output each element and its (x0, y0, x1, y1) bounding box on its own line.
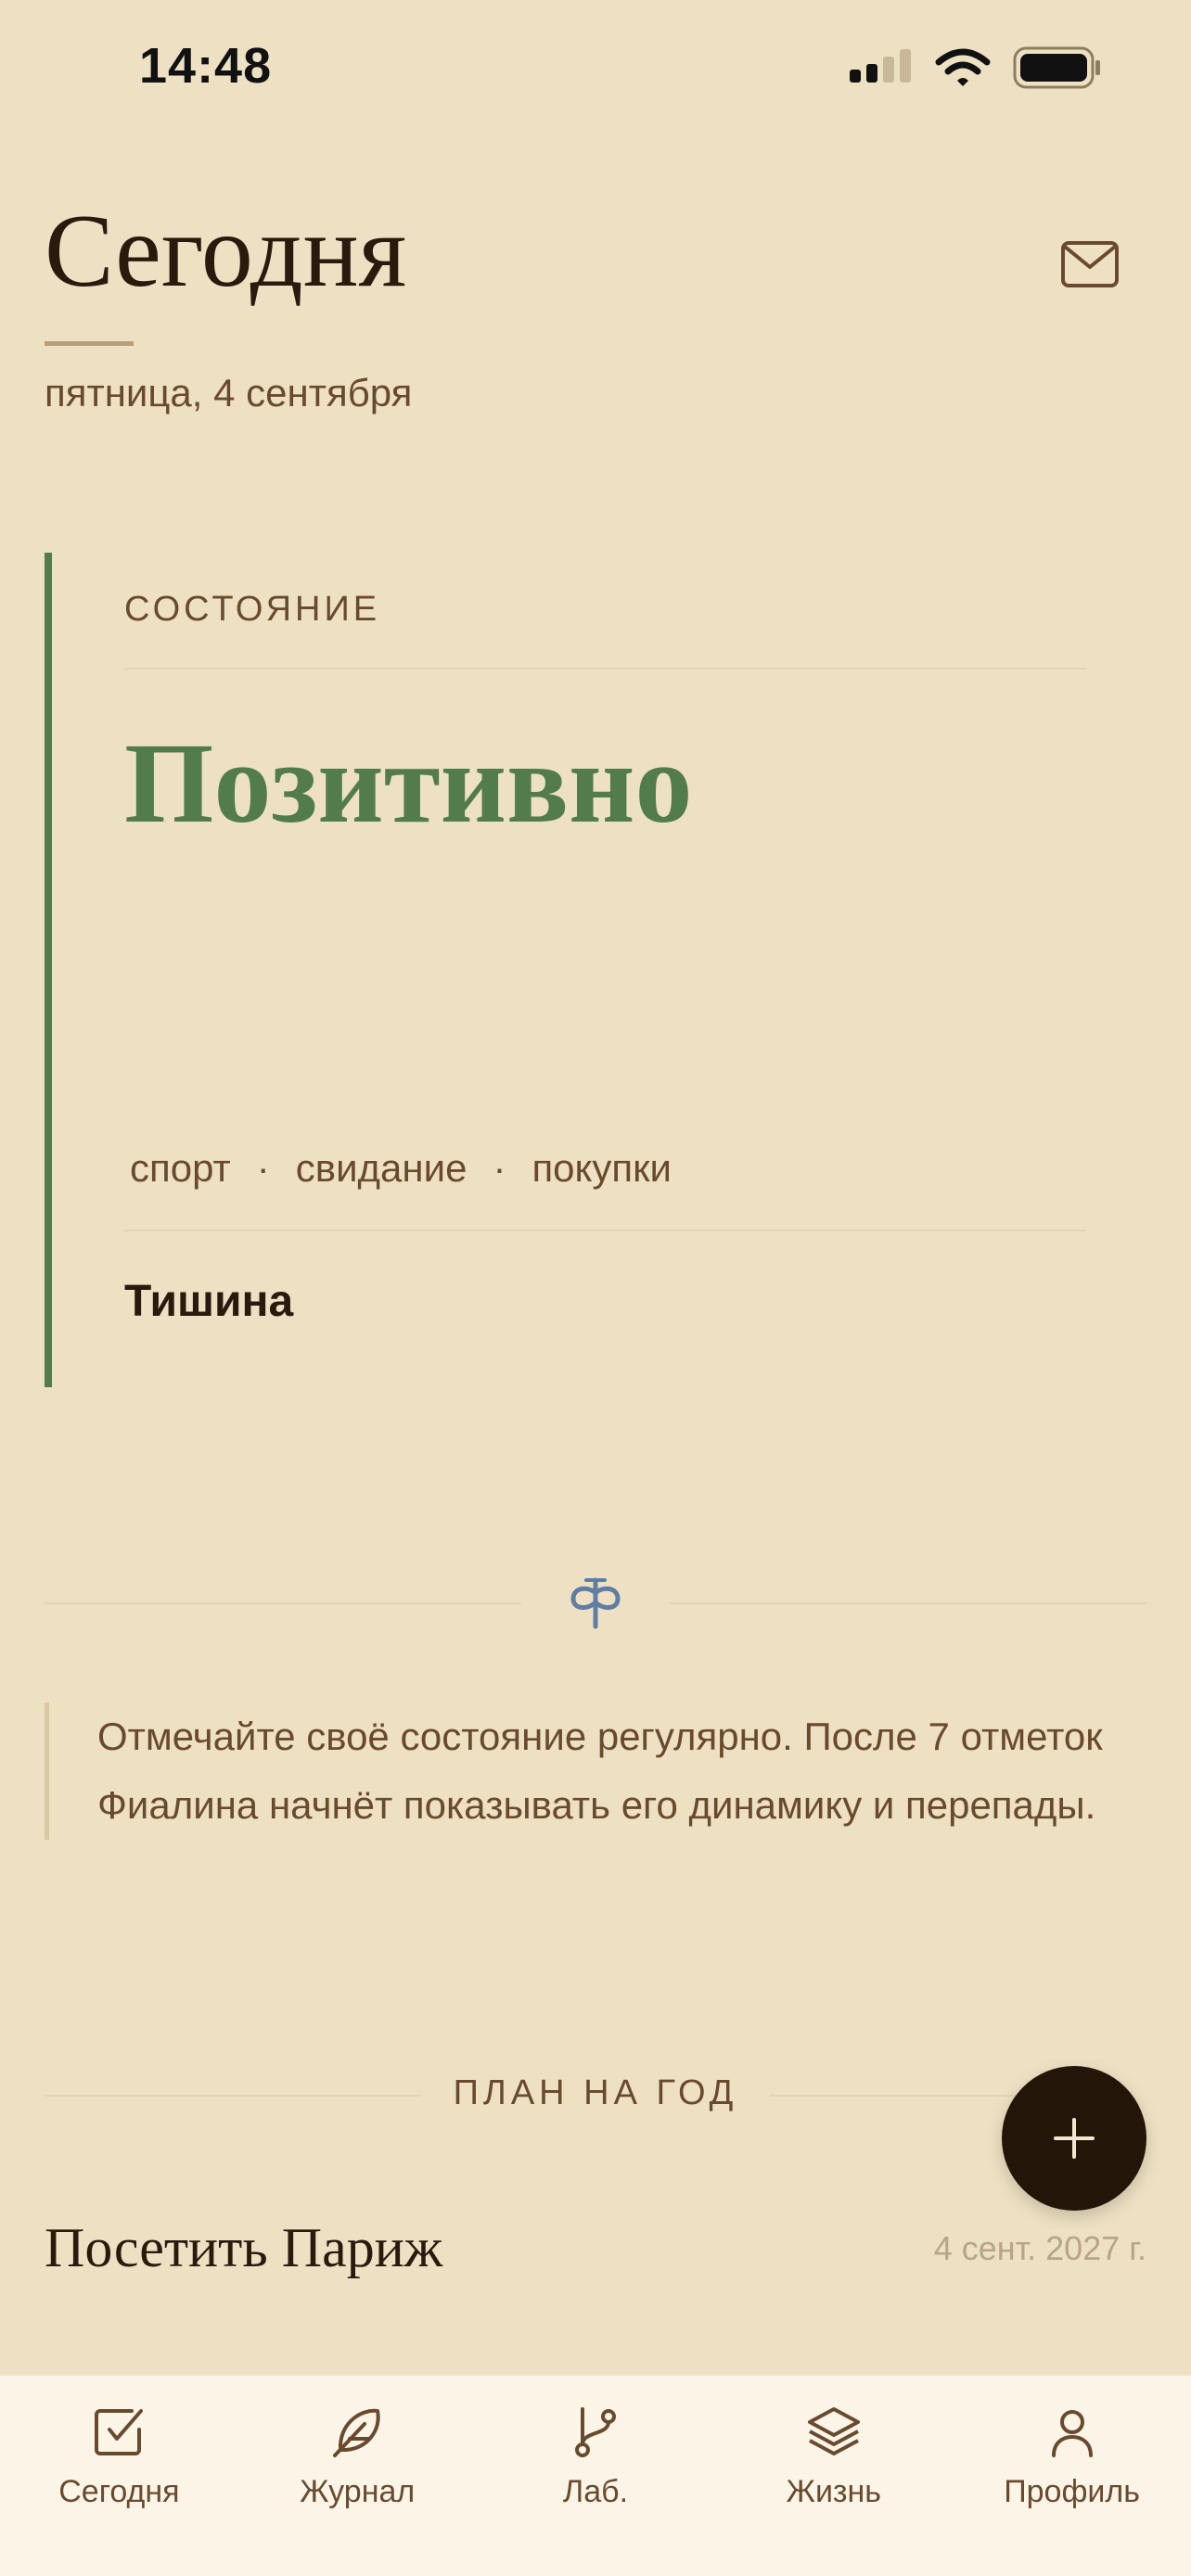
state-value: Позитивно (124, 720, 693, 847)
nav-item-profile[interactable]: Профиль (953, 2376, 1191, 2576)
tip-quote: Отмечайте своё состояние регулярно. Посл… (45, 1702, 1121, 1840)
bottom-nav: Сегодня Журнал Лаб. Жизнь Профиль (0, 2374, 1191, 2576)
today-screen: 14:48 Сегодня пятница, 4 сентября СОСТОЯ… (0, 0, 1191, 2576)
nav-label: Сегодня (58, 2474, 180, 2509)
plan-item-date: 4 сент. 2027 г. (933, 2229, 1146, 2267)
status-time: 14:48 (139, 38, 273, 94)
state-tag: свидание (295, 1146, 467, 1190)
mail-button[interactable] (1057, 236, 1132, 295)
mail-icon (1061, 241, 1119, 287)
layers-icon (807, 2407, 860, 2455)
nav-item-life[interactable]: Жизнь (714, 2376, 953, 2576)
state-card[interactable]: СОСТОЯНИЕ Позитивно спорт · свидание · п… (45, 553, 1085, 1387)
signal-icon (850, 49, 911, 83)
status-icons (850, 46, 1102, 89)
state-tag: спорт (130, 1146, 231, 1190)
user-icon (1051, 2410, 1093, 2457)
nav-label: Профиль (1004, 2474, 1140, 2509)
add-button[interactable] (1002, 2066, 1146, 2211)
nav-label: Журнал (300, 2474, 416, 2509)
ornament-line-right (670, 1602, 1146, 1604)
feather-icon (333, 2408, 380, 2457)
wifi-icon (935, 48, 991, 86)
nav-item-today[interactable]: Сегодня (0, 2376, 238, 2576)
page-title: Сегодня (45, 194, 407, 309)
ornament-line-left (45, 1602, 521, 1604)
tag-separator: · (256, 1146, 270, 1190)
tag-separator: · (493, 1146, 506, 1190)
page-date: пятница, 4 сентября (45, 371, 413, 414)
state-tags: спорт · свидание · покупки (130, 1146, 672, 1191)
title-underline (45, 341, 134, 346)
nav-item-lab[interactable]: Лаб. (477, 2376, 715, 2576)
checkbox-icon (95, 2409, 144, 2455)
nav-label: Жизнь (786, 2474, 882, 2509)
state-divider (124, 668, 1085, 670)
state-divider-bottom (124, 1230, 1085, 1231)
nav-item-journal[interactable]: Журнал (238, 2376, 477, 2576)
status-bar: 14:48 (0, 0, 1191, 139)
plus-icon (1054, 2118, 1095, 2159)
state-tag: покупки (531, 1146, 672, 1190)
nav-label: Лаб. (562, 2474, 629, 2509)
state-label: СОСТОЯНИЕ (124, 590, 381, 629)
plan-item-title[interactable]: Посетить Париж (45, 2216, 442, 2280)
battery-icon (1013, 46, 1100, 89)
branch-icon (574, 2407, 616, 2457)
fialina-logo-icon (566, 1573, 625, 1632)
state-note: Тишина (124, 1277, 294, 1326)
tip-text: Отмечайте своё состояние регулярно. Посл… (97, 1715, 1103, 1827)
